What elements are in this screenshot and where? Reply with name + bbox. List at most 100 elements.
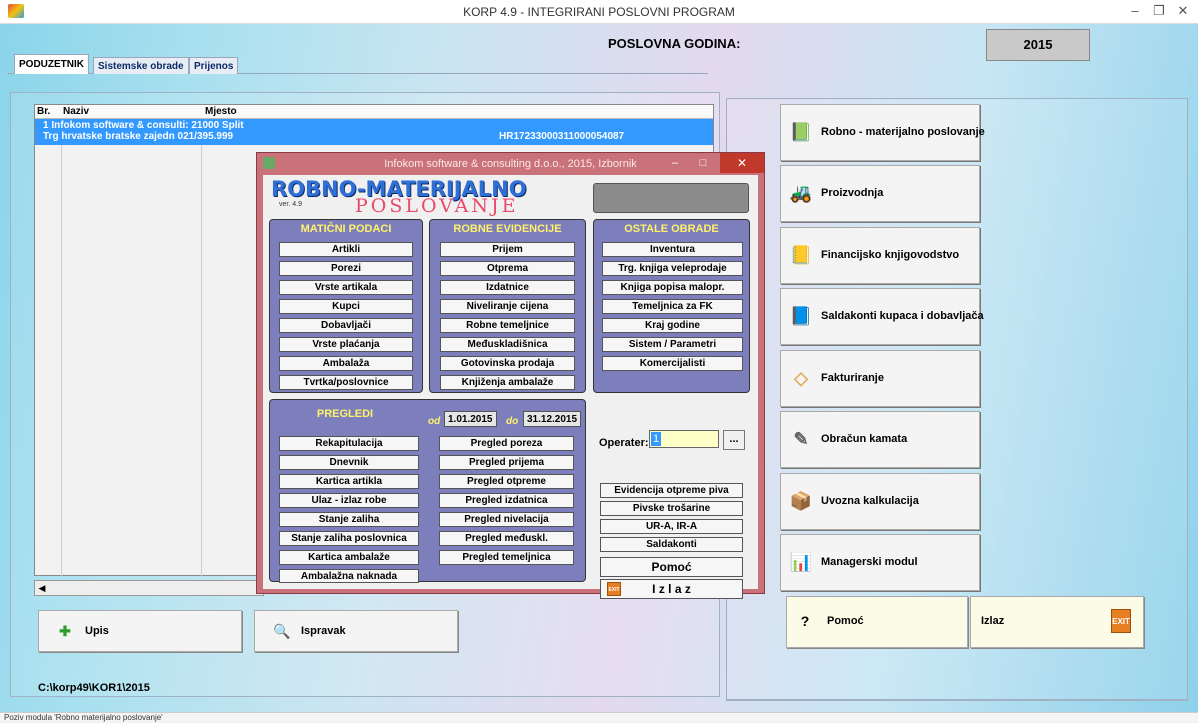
robne-evidencije-group: ROBNE EVIDENCIJE Prijem Otprema Izdatnic… <box>429 219 586 393</box>
close-button[interactable]: ✕ <box>1172 2 1194 20</box>
saldakonti-button[interactable]: Saldakonti <box>600 537 743 552</box>
evidencija-otpreme-piva-button[interactable]: Evidencija otpreme piva <box>600 483 743 498</box>
ambalaza-button[interactable]: Ambalaža <box>279 356 413 371</box>
module-financijsko-button[interactable]: 📒 Financijsko knjigovodstvo <box>780 227 980 284</box>
dialog-close-button[interactable]: ✕ <box>720 153 764 173</box>
kupci-button[interactable]: Kupci <box>279 299 413 314</box>
stanje-zaliha-poslovnica-button[interactable]: Stanje zaliha poslovnica <box>279 531 419 546</box>
module-proizvodnja-button[interactable]: 🚜 Proizvodnja <box>780 165 980 222</box>
module-uvozna-button[interactable]: 📦 Uvozna kalkulacija <box>780 473 980 530</box>
pregled-nivelacija-button[interactable]: Pregled nivelacija <box>439 512 574 527</box>
od-date-field[interactable]: 1.01.2015 <box>444 411 497 427</box>
module-fakturiranje-button[interactable]: ◇ Fakturiranje <box>780 350 980 407</box>
exit-icon: EXIT <box>607 582 621 596</box>
maximize-button[interactable]: ❐ <box>1148 2 1170 20</box>
module-label: Fakturiranje <box>821 372 884 384</box>
dialog-maximize-button[interactable]: □ <box>689 153 717 173</box>
operater-browse-button[interactable]: ... <box>723 430 745 450</box>
exit-icon: EXIT <box>1111 609 1131 633</box>
kraj-godine-button[interactable]: Kraj godine <box>602 318 743 333</box>
sistem-parametri-button[interactable]: Sistem / Parametri <box>602 337 743 352</box>
knjizenja-ambalaze-button[interactable]: Knjiženja ambalaže <box>440 375 575 390</box>
pregledi-heading: PREGLEDI <box>316 408 374 420</box>
maticni-podaci-group: MATIČNI PODACI Artikli Porezi Vrste arti… <box>269 219 423 393</box>
artikli-button[interactable]: Artikli <box>279 242 413 257</box>
module-saldakonti-button[interactable]: 📘 Saldakonti kupaca i dobavljača <box>780 288 984 345</box>
tvrtka-poslovnice-button[interactable]: Tvrtka/poslovnice <box>279 375 413 390</box>
temeljnica-za-fk-button[interactable]: Temeljnica za FK <box>602 299 743 314</box>
add-icon: ✚ <box>59 623 71 639</box>
pregled-otpreme-button[interactable]: Pregled otpreme <box>439 474 574 489</box>
meduskladisnica-button[interactable]: Međuskladišnica <box>440 337 575 352</box>
vrste-artikala-button[interactable]: Vrste artikala <box>279 280 413 295</box>
otprema-button[interactable]: Otprema <box>440 261 575 276</box>
pregled-temeljnica-button[interactable]: Pregled temeljnica <box>439 550 574 565</box>
pregled-meduskl-button[interactable]: Pregled međuskl. <box>439 531 574 546</box>
pivske-trosarine-button[interactable]: Pivske trošarine <box>600 501 743 516</box>
data-path: C:\korp49\KOR1\2015 <box>38 682 150 694</box>
dialog-izlaz-label: I z l a z <box>652 582 691 596</box>
kartica-ambalaze-button[interactable]: Kartica ambalaže <box>279 550 419 565</box>
ur-a-ir-a-button[interactable]: UR-A, IR-A <box>600 519 743 534</box>
ledger-icon: 📒 <box>789 245 813 265</box>
upis-button[interactable]: ✚ Upis <box>38 610 242 652</box>
niveliranje-cijena-button[interactable]: Niveliranje cijena <box>440 299 575 314</box>
prijem-button[interactable]: Prijem <box>440 242 575 257</box>
module-managerski-button[interactable]: 📊 Managerski modul <box>780 534 980 591</box>
module-label: Saldakonti kupaca i dobavljača <box>821 310 984 322</box>
vrste-placanja-button[interactable]: Vrste plaćanja <box>279 337 413 352</box>
izdatnice-button[interactable]: Izdatnice <box>440 280 575 295</box>
ispravak-button[interactable]: 🔍 Ispravak <box>254 610 458 652</box>
logo-display-box <box>593 183 749 213</box>
izlaz-button[interactable]: Izlaz EXIT <box>970 596 1144 648</box>
module-label: Proizvodnja <box>821 187 884 199</box>
window-title: KORP 4.9 - INTEGRIRANI POSLOVNI PROGRAM <box>463 5 735 19</box>
dialog-minimize-button[interactable]: – <box>661 153 689 173</box>
table-row[interactable]: 1 Infokom software & consulti: 21000 Spl… <box>35 119 713 145</box>
do-label: do <box>506 416 519 427</box>
robne-temeljnice-button[interactable]: Robne temeljnice <box>440 318 575 333</box>
trg-knjiga-veleprodaje-button[interactable]: Trg. knjiga veleprodaje <box>602 261 743 276</box>
inventura-button[interactable]: Inventura <box>602 242 743 257</box>
porezi-button[interactable]: Porezi <box>279 261 413 276</box>
do-date-field[interactable]: 31.12.2015 <box>523 411 582 427</box>
pomoc-button[interactable]: ? Pomoć <box>786 596 968 648</box>
pregled-poreza-button[interactable]: Pregled poreza <box>439 436 574 451</box>
divider <box>726 700 1188 701</box>
dobavljaci-button[interactable]: Dobavljači <box>279 318 413 333</box>
tab-poduzetnik[interactable]: PODUZETNIK <box>14 54 89 74</box>
stanje-zaliha-button[interactable]: Stanje zaliha <box>279 512 419 527</box>
module-obracun-kamata-button[interactable]: ✎ Obračun kamata <box>780 411 980 468</box>
module-robno-button[interactable]: 📗 Robno - materijalno poslovanje <box>780 104 985 161</box>
ulaz-izlaz-robe-button[interactable]: Ulaz - izlaz robe <box>279 493 419 508</box>
pregled-prijema-button[interactable]: Pregled prijema <box>439 455 574 470</box>
pregled-izdatnica-button[interactable]: Pregled izdatnica <box>439 493 574 508</box>
kartica-artikla-button[interactable]: Kartica artikla <box>279 474 419 489</box>
komercijalisti-button[interactable]: Komercijalisti <box>602 356 743 371</box>
eraser-icon: ◇ <box>794 368 808 388</box>
maticni-heading: MATIČNI PODACI <box>300 223 392 235</box>
book-icon: 📗 <box>789 122 813 142</box>
dialog-pomoc-button[interactable]: Pomoć <box>600 557 743 577</box>
godina-value: 2015 <box>986 29 1090 61</box>
minimize-button[interactable]: – <box>1124 2 1146 20</box>
ostale-obrade-group: OSTALE OBRADE Inventura Trg. knjiga vele… <box>593 219 750 393</box>
dialog-body: ROBNO-MATERIJALNO POSLOVANJE ver. 4.9 MA… <box>263 175 758 599</box>
dnevnik-button[interactable]: Dnevnik <box>279 455 419 470</box>
robne-heading: ROBNE EVIDENCIJE <box>453 223 562 235</box>
operater-label: Operater: <box>599 437 649 449</box>
ispravak-label: Ispravak <box>301 625 346 637</box>
rekapitulacija-button[interactable]: Rekapitulacija <box>279 436 419 451</box>
knjiga-popisa-malopr-button[interactable]: Knjiga popisa malopr. <box>602 280 743 295</box>
dialog-izlaz-button[interactable]: EXIT I z l a z <box>600 579 743 599</box>
ambalazna-naknada-button[interactable]: Ambalažna naknada <box>279 569 419 583</box>
operater-value: 1 <box>651 432 662 446</box>
grid-line <box>201 105 202 577</box>
gotovinska-prodaja-button[interactable]: Gotovinska prodaja <box>440 356 575 371</box>
tab-sistemske-obrade[interactable]: Sistemske obrade <box>93 57 189 74</box>
scroll-left-icon[interactable]: ◀ <box>37 583 47 593</box>
ostale-heading: OSTALE OBRADE <box>624 223 719 235</box>
operater-input[interactable]: 1 <box>649 430 719 448</box>
horizontal-scrollbar[interactable]: ◀ <box>34 580 264 596</box>
tab-prijenos[interactable]: Prijenos <box>189 57 239 74</box>
